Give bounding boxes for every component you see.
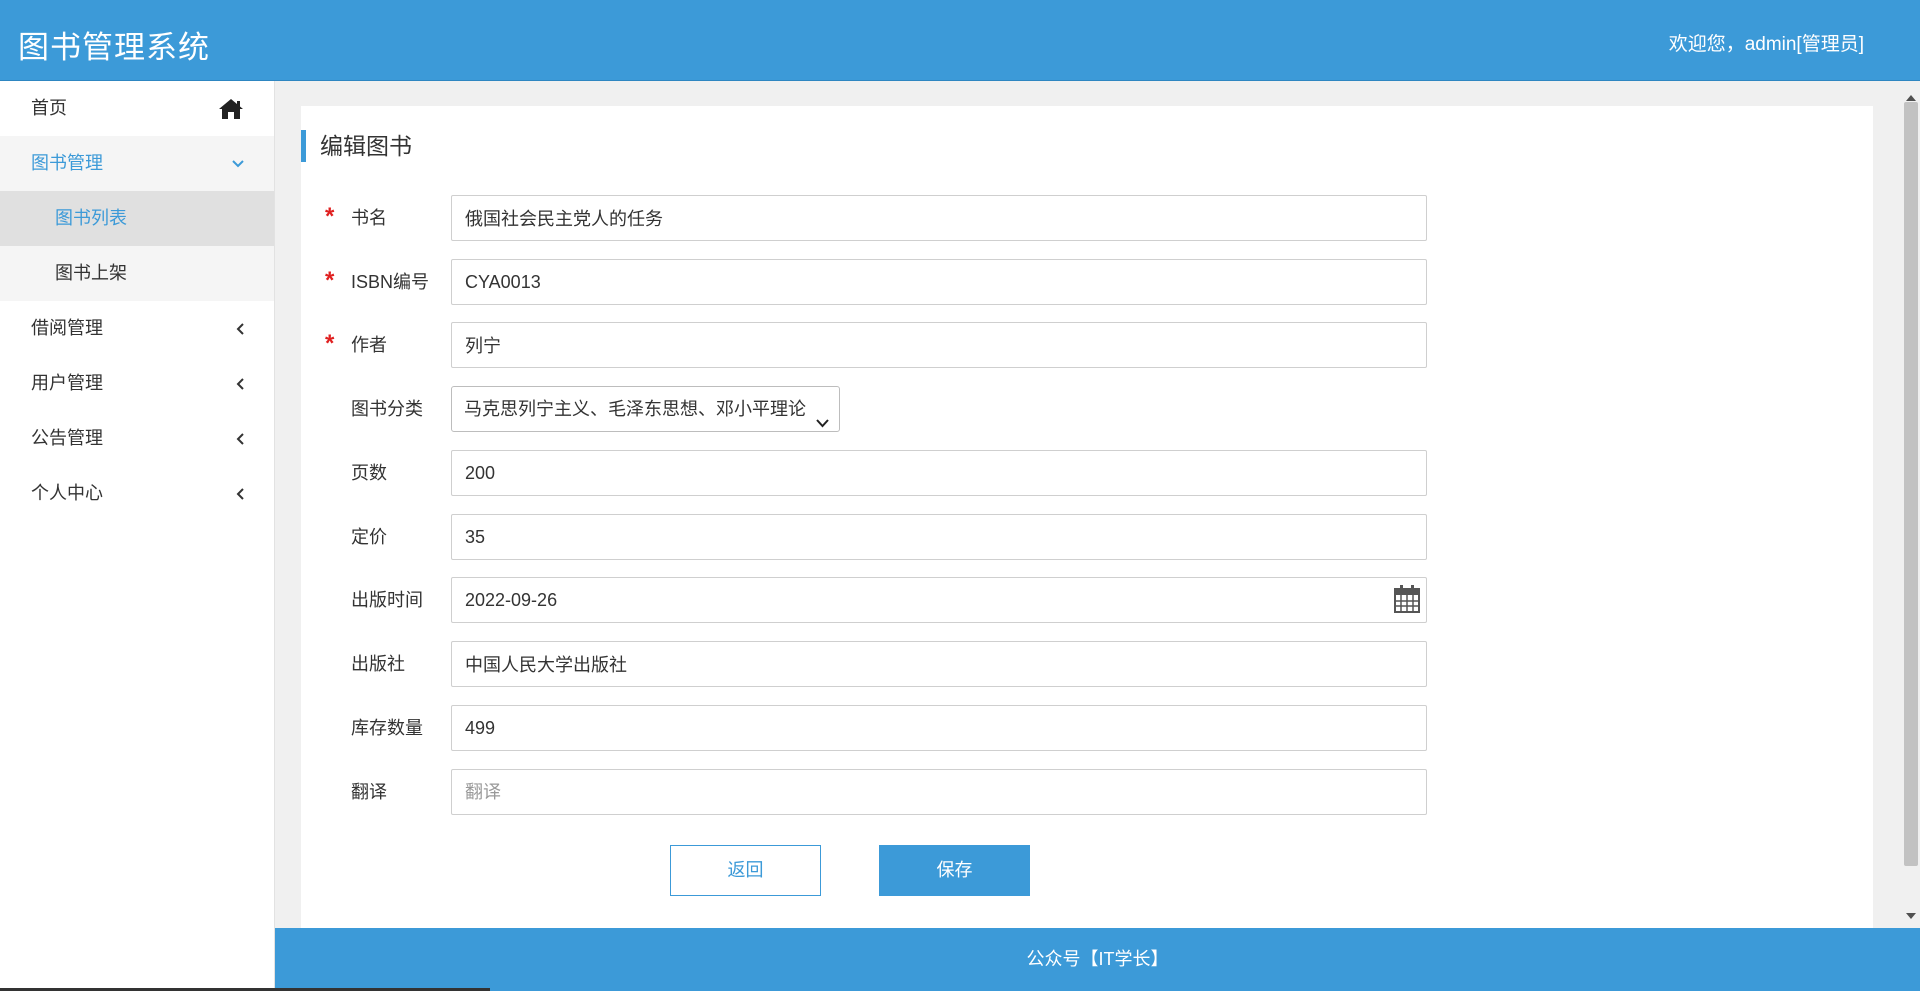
form-row-publish-date: 出版时间 [301, 577, 1701, 623]
sidebar-subitem-label: 图书上架 [55, 263, 127, 283]
sidebar-item-label: 公告管理 [31, 428, 103, 448]
isbn-field[interactable] [451, 259, 1427, 305]
sidebar-item-borrow-management[interactable]: 借阅管理 [0, 301, 274, 356]
sidebar-item-home[interactable]: 首页 [0, 81, 274, 136]
stock-field[interactable] [451, 705, 1427, 751]
chevron-down-icon [816, 400, 829, 444]
price-field[interactable] [451, 514, 1427, 560]
form-row-name: * 书名 [301, 195, 1701, 241]
save-button[interactable]: 保存 [879, 845, 1030, 896]
chevron-left-icon [236, 466, 244, 521]
sidebar-item-profile[interactable]: 个人中心 [0, 466, 274, 521]
field-label: 出版时间 [351, 590, 423, 610]
sidebar-subitem-label: 图书列表 [55, 208, 127, 228]
form-row-publisher: 出版社 [301, 641, 1701, 687]
required-mark: * [325, 267, 335, 294]
chevron-left-icon [236, 301, 244, 356]
sidebar-item-label: 借阅管理 [31, 318, 103, 338]
field-label: 页数 [351, 463, 387, 483]
chevron-left-icon [236, 411, 244, 466]
sidebar-item-label: 用户管理 [31, 373, 103, 393]
top-header: 图书管理系统 欢迎您，admin[管理员] [0, 0, 1920, 81]
chevron-left-icon [236, 356, 244, 411]
main-content: 编辑图书 * 书名 * ISBN编号 * 作者 图书分类 马克思列宁主义、毛泽东… [275, 81, 1900, 928]
form-row-category: 图书分类 马克思列宁主义、毛泽东思想、邓小平理论 [301, 386, 1701, 432]
translator-field[interactable] [451, 769, 1427, 815]
app-title: 图书管理系统 [18, 30, 210, 65]
field-label: 图书分类 [351, 399, 423, 419]
sidebar-item-label: 图书管理 [31, 153, 103, 173]
field-label: 书名 [351, 208, 387, 228]
form-row-pages: 页数 [301, 450, 1701, 496]
page-title: 编辑图书 [301, 130, 412, 162]
calendar-icon[interactable] [1394, 585, 1420, 618]
field-label: ISBN编号 [351, 272, 430, 292]
form-row-price: 定价 [301, 514, 1701, 560]
category-selected-value: 马克思列宁主义、毛泽东思想、邓小平理论 [464, 399, 806, 419]
form-row-translator: 翻译 [301, 769, 1701, 815]
sidebar-item-user-management[interactable]: 用户管理 [0, 356, 274, 411]
sidebar-item-notice-management[interactable]: 公告管理 [0, 411, 274, 466]
footer: 公众号【IT学长】 [275, 928, 1920, 991]
sidebar: 首页 图书管理 图书列表 图书上架 借阅管理 用户管理 公告管理 个人中心 [0, 81, 275, 991]
pages-field[interactable] [451, 450, 1427, 496]
form-row-isbn: * ISBN编号 [301, 259, 1701, 305]
form-row-stock: 库存数量 [301, 705, 1701, 751]
sidebar-item-book-management[interactable]: 图书管理 [0, 136, 274, 191]
category-select[interactable]: 马克思列宁主义、毛泽东思想、邓小平理论 [451, 386, 840, 432]
scroll-down-arrow-icon[interactable] [1906, 906, 1916, 924]
vertical-scrollbar[interactable] [1902, 84, 1920, 928]
home-icon [218, 81, 244, 136]
chevron-down-icon [232, 136, 244, 191]
required-mark: * [325, 203, 335, 230]
publisher-field[interactable] [451, 641, 1427, 687]
publish-date-field[interactable] [451, 577, 1427, 623]
scrollbar-thumb[interactable] [1904, 102, 1918, 866]
edit-book-panel: 编辑图书 * 书名 * ISBN编号 * 作者 图书分类 马克思列宁主义、毛泽东… [301, 106, 1873, 928]
sidebar-item-label: 首页 [31, 98, 67, 118]
form-row-author: * 作者 [301, 322, 1701, 368]
field-label: 出版社 [351, 654, 405, 674]
welcome-user-text[interactable]: 欢迎您，admin[管理员] [1669, 29, 1864, 56]
back-button[interactable]: 返回 [670, 845, 821, 896]
author-field[interactable] [451, 322, 1427, 368]
field-label: 作者 [351, 335, 387, 355]
field-label: 翻译 [351, 782, 387, 802]
field-label: 库存数量 [351, 718, 423, 738]
sidebar-subitem-book-list[interactable]: 图书列表 [0, 191, 274, 246]
book-name-field[interactable] [451, 195, 1427, 241]
field-label: 定价 [351, 527, 387, 547]
sidebar-subitem-book-add[interactable]: 图书上架 [0, 246, 274, 301]
sidebar-item-label: 个人中心 [31, 483, 103, 503]
required-mark: * [325, 330, 335, 357]
